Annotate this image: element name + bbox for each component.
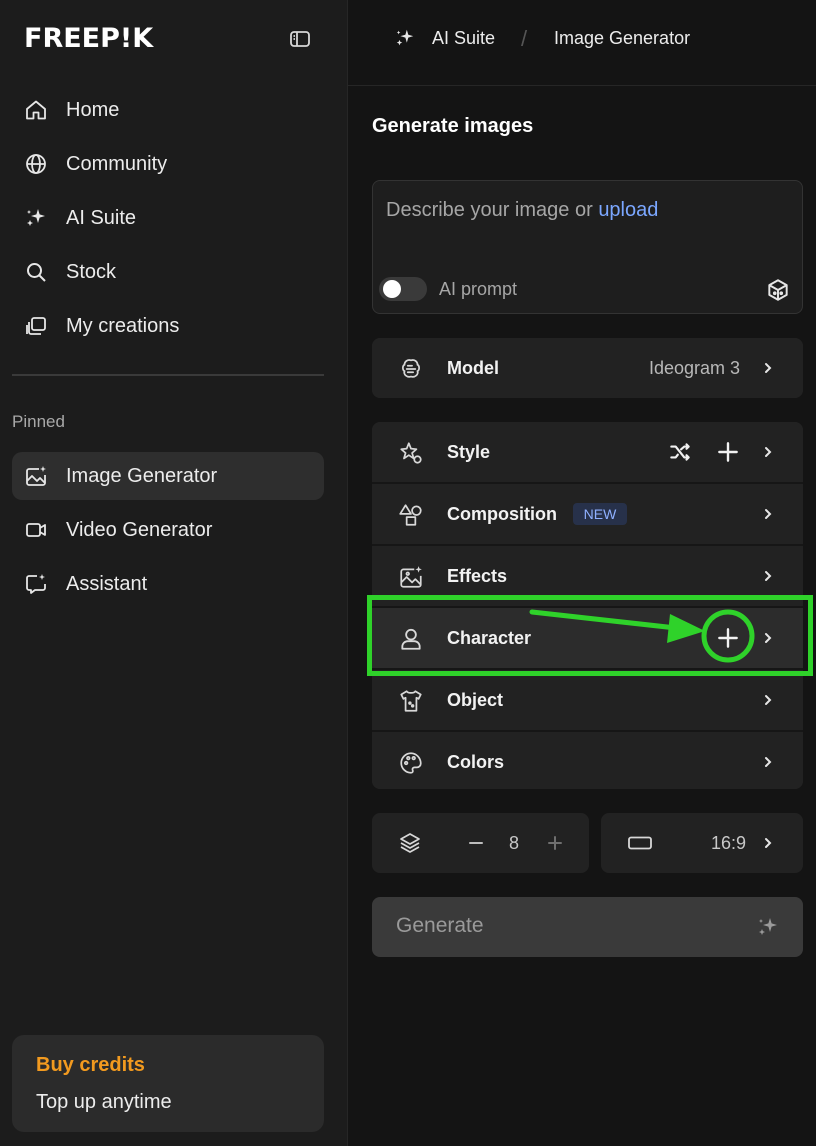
nav-community[interactable]: Community — [12, 140, 324, 188]
nav-video-generator-label: Video Generator — [66, 519, 213, 541]
nav-my-creations-label: My creations — [66, 315, 180, 337]
colors-label: Colors — [447, 752, 505, 772]
chevron-right-icon — [760, 442, 776, 462]
shirt-icon — [398, 688, 424, 714]
ai-prompt-toggle[interactable] — [379, 277, 427, 301]
increase-quantity-button[interactable] — [543, 831, 567, 855]
shapes-icon — [398, 502, 424, 528]
chat-sparkle-icon — [24, 572, 48, 596]
nav-stock-label: Stock — [66, 261, 117, 283]
search-icon — [24, 260, 48, 284]
object-row[interactable]: Object — [372, 670, 803, 730]
quantity-value: 8 — [509, 833, 520, 853]
chevron-right-icon — [760, 690, 776, 710]
model-card: Model Ideogram 3 — [372, 338, 803, 398]
palette-icon — [398, 750, 424, 776]
brain-icon — [398, 356, 424, 382]
sparkles-icon — [394, 27, 416, 49]
chevron-right-icon — [760, 752, 776, 772]
composition-label: Composition — [447, 504, 557, 524]
main-panel: AI Suite / Image Generator Generate imag… — [348, 0, 816, 1146]
chevron-right-icon — [760, 833, 776, 853]
nav-ai-suite[interactable]: AI Suite — [12, 194, 324, 242]
decrease-quantity-button[interactable] — [464, 831, 488, 855]
composition-row[interactable]: Composition NEW — [372, 484, 803, 544]
prompt-placeholder-text: Describe your image or — [386, 199, 599, 221]
breadcrumb-separator: / — [521, 26, 528, 51]
aspect-ratio-icon — [627, 831, 653, 855]
nav-community-label: Community — [66, 153, 168, 175]
add-style-button[interactable] — [715, 439, 741, 465]
style-label: Style — [447, 442, 491, 462]
image-sparkle-icon — [398, 564, 424, 590]
nav-assistant-label: Assistant — [66, 573, 148, 595]
nav-my-creations[interactable]: My creations — [12, 302, 324, 350]
prompt-placeholder[interactable]: Describe your image or upload — [386, 199, 658, 222]
sidebar-toggle-icon[interactable] — [288, 27, 312, 51]
sparkles-icon — [756, 915, 780, 939]
model-label: Model — [447, 358, 499, 378]
star-shapes-icon — [398, 440, 424, 466]
globe-icon — [24, 152, 48, 176]
nav-stock[interactable]: Stock — [12, 248, 324, 296]
nav-home[interactable]: Home — [12, 86, 324, 134]
quantity-stepper: 8 — [372, 813, 589, 873]
nav-assistant[interactable]: Assistant — [12, 560, 324, 608]
nav-home-label: Home — [66, 99, 120, 121]
colors-row[interactable]: Colors — [372, 732, 803, 789]
nav-image-generator[interactable]: Image Generator — [12, 452, 324, 500]
style-row[interactable]: Style — [372, 422, 803, 482]
breadcrumb: AI Suite / Image Generator — [348, 0, 816, 86]
buy-credits-card[interactable]: Buy credits Top up anytime — [12, 1035, 324, 1132]
ai-prompt-label: AI prompt — [439, 279, 518, 299]
video-icon — [24, 518, 48, 542]
generate-button[interactable]: Generate — [372, 897, 803, 957]
nav-video-generator[interactable]: Video Generator — [12, 506, 324, 554]
shuffle-icon[interactable] — [667, 439, 693, 465]
effects-label: Effects — [447, 566, 508, 586]
home-icon — [24, 98, 48, 122]
image-sparkle-icon — [24, 464, 48, 488]
breadcrumb-current: Image Generator — [554, 28, 691, 48]
breadcrumb-ai-suite[interactable]: AI Suite — [432, 28, 495, 49]
aspect-ratio-selector[interactable]: 16:9 — [601, 813, 803, 873]
pinned-heading: Pinned — [12, 412, 65, 431]
sidebar: FREEP!K Home Community AI Suite Stock My… — [0, 0, 348, 1146]
sidebar-divider — [12, 374, 324, 376]
model-value: Ideogram 3 — [649, 358, 741, 378]
aspect-ratio-value: 16:9 — [711, 833, 747, 853]
generate-label: Generate — [396, 914, 484, 937]
freepik-logo[interactable]: FREEP!K — [24, 24, 153, 54]
chevron-right-icon — [760, 358, 776, 378]
new-badge: NEW — [573, 503, 627, 525]
sparkles-icon — [24, 206, 48, 230]
nav-ai-suite-label: AI Suite — [66, 207, 137, 229]
model-row[interactable]: Model Ideogram 3 — [372, 338, 803, 398]
chevron-right-icon — [760, 504, 776, 524]
buy-credits-subtitle: Top up anytime — [36, 1091, 172, 1113]
page-title: Generate images — [372, 115, 534, 137]
layers-icon — [398, 831, 422, 855]
creations-icon — [24, 314, 48, 338]
annotation-highlight-box — [367, 595, 813, 676]
upload-link[interactable]: upload — [598, 199, 658, 221]
cube-icon[interactable] — [765, 277, 791, 303]
chevron-right-icon — [760, 566, 776, 586]
object-label: Object — [447, 690, 504, 710]
prompt-input[interactable]: Describe your image or upload AI prompt — [372, 180, 803, 314]
nav-image-generator-label: Image Generator — [66, 465, 218, 487]
toggle-knob — [383, 280, 401, 298]
buy-credits-title: Buy credits — [36, 1054, 145, 1076]
